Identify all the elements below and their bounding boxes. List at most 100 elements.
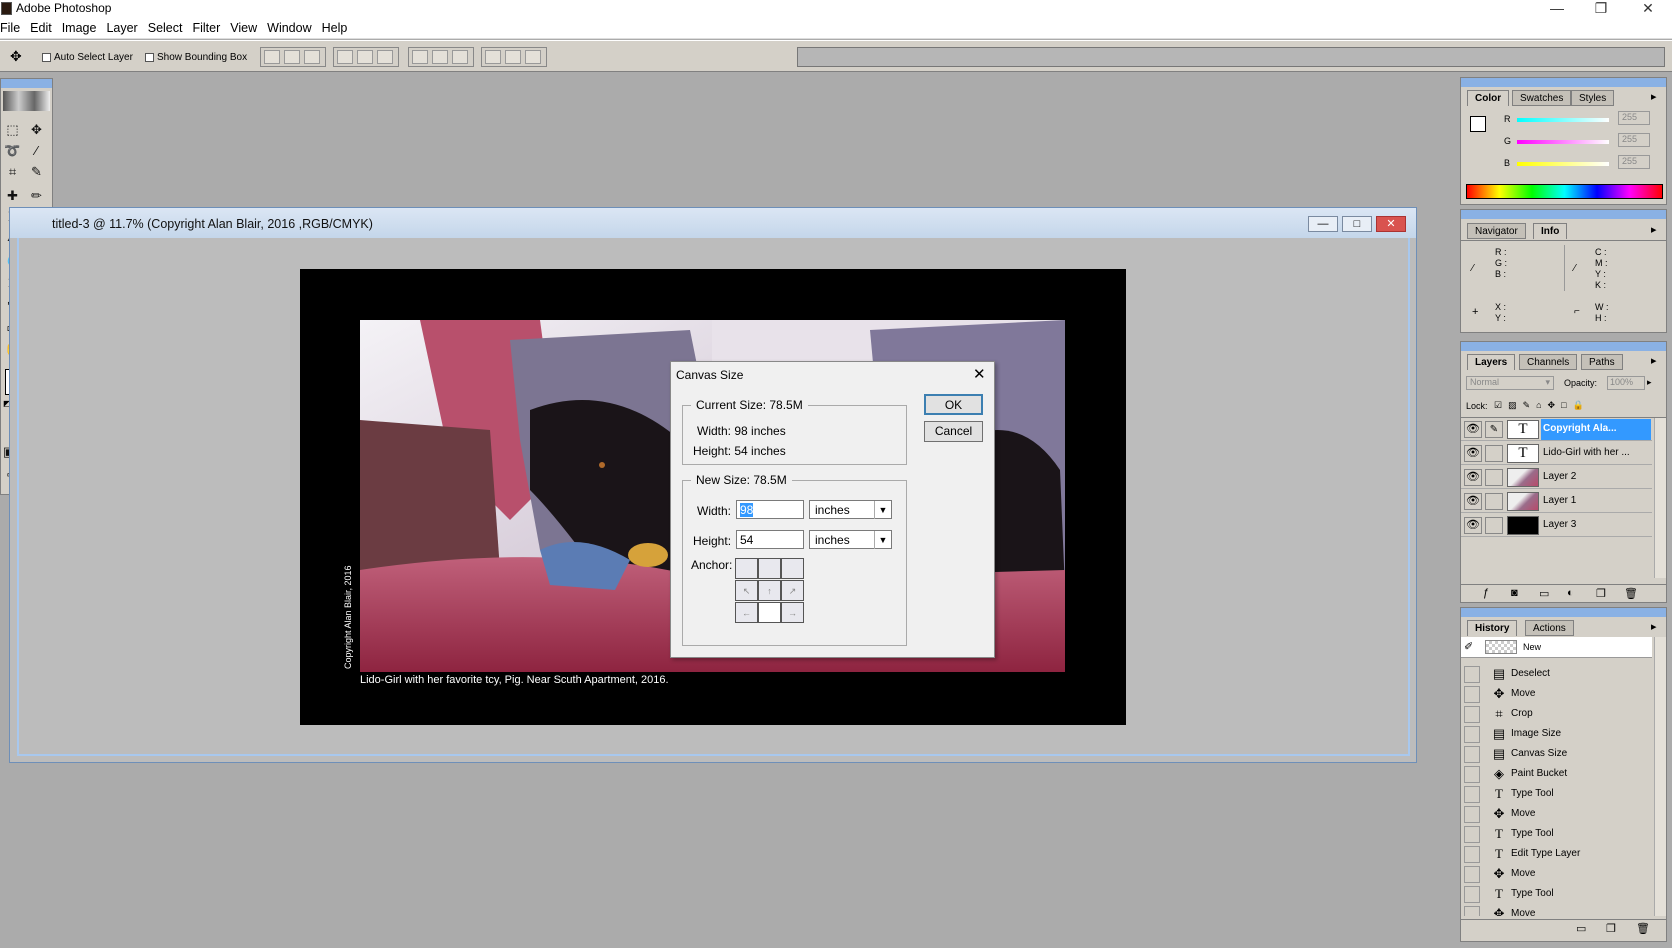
history-source-box[interactable] xyxy=(1464,706,1480,723)
history-source-box[interactable] xyxy=(1464,866,1480,883)
layers-scrollbar[interactable] xyxy=(1654,418,1666,578)
height-unit-select[interactable]: inches ▼ xyxy=(809,530,892,549)
link-slot[interactable] xyxy=(1485,493,1503,510)
layers-palette-header[interactable] xyxy=(1461,342,1666,351)
eye-icon[interactable]: 👁 xyxy=(1464,421,1482,438)
history-item[interactable]: ✥ Move xyxy=(1461,804,1652,824)
new-snapshot-icon[interactable]: ❐ xyxy=(1606,922,1616,935)
history-source-box[interactable] xyxy=(1464,666,1480,683)
eye-icon[interactable]: 👁 xyxy=(1464,469,1482,486)
move-tool-icon[interactable]: ✥ xyxy=(26,120,47,139)
link-slot[interactable] xyxy=(1485,445,1503,462)
layer-row[interactable]: 👁 T Lido-Girl with her ... xyxy=(1461,442,1652,465)
slice-tool-icon[interactable]: ✎ xyxy=(26,162,47,181)
history-source-box[interactable] xyxy=(1464,746,1480,763)
link-slot[interactable] xyxy=(1485,517,1503,534)
history-source-box[interactable] xyxy=(1464,786,1480,803)
doc-maximize-button[interactable]: □ xyxy=(1342,216,1372,232)
menu-select[interactable]: Select xyxy=(143,18,188,35)
menu-view[interactable]: View xyxy=(225,18,262,35)
history-item[interactable]: ⌗ Crop xyxy=(1461,704,1652,724)
menu-filter[interactable]: Filter xyxy=(187,18,225,35)
new-document-icon[interactable]: ▭ xyxy=(1576,922,1586,935)
r-slider[interactable] xyxy=(1517,118,1609,122)
tab-layers[interactable]: Layers xyxy=(1467,354,1516,370)
tab-paths[interactable]: Paths xyxy=(1581,354,1623,370)
layer-row[interactable]: 👁 Layer 3 xyxy=(1461,514,1652,537)
b-slider[interactable] xyxy=(1517,162,1609,166)
lock-options-icons[interactable]: ☑▨✎⌂✥□🔒 xyxy=(1494,400,1590,411)
r-value[interactable]: 255 xyxy=(1618,111,1650,125)
add-mask-icon[interactable]: ◙ xyxy=(1511,587,1518,599)
anchor-bottom-left[interactable]: ← xyxy=(735,602,758,623)
lasso-tool-icon[interactable]: ➰ xyxy=(2,141,23,160)
history-item[interactable]: ▤ Image Size xyxy=(1461,724,1652,744)
history-source-box[interactable] xyxy=(1464,846,1480,863)
history-scrollbar[interactable] xyxy=(1654,637,1666,916)
eye-icon[interactable]: 👁 xyxy=(1464,445,1482,462)
g-slider[interactable] xyxy=(1517,140,1609,144)
magic-wand-tool-icon[interactable]: ⁄ xyxy=(26,141,47,160)
minimize-icon[interactable]: — xyxy=(1542,0,1572,16)
distribute-group-2[interactable] xyxy=(481,47,547,67)
layer-row[interactable]: 👁 Layer 1 xyxy=(1461,490,1652,513)
width-unit-select[interactable]: inches ▼ xyxy=(809,500,892,519)
palette-menu-icon[interactable]: ▸ xyxy=(1651,354,1657,367)
b-value[interactable]: 255 xyxy=(1618,155,1650,169)
new-set-icon[interactable]: ▭ xyxy=(1539,587,1549,600)
g-value[interactable]: 255 xyxy=(1618,133,1650,147)
tab-channels[interactable]: Channels xyxy=(1519,354,1578,370)
bounding-box-option[interactable]: Show Bounding Box xyxy=(145,52,247,63)
anchor-middle-left[interactable]: ↖ xyxy=(735,580,758,601)
tab-actions[interactable]: Actions xyxy=(1525,620,1574,636)
brush-link-icon[interactable]: ✎ xyxy=(1485,421,1503,438)
anchor-top-center[interactable] xyxy=(758,558,781,579)
healing-brush-tool-icon[interactable]: ✚ xyxy=(2,186,23,205)
history-item[interactable]: T Type Tool xyxy=(1461,784,1652,804)
adjustment-layer-icon[interactable]: ◐ xyxy=(1567,587,1574,599)
anchor-top-left[interactable] xyxy=(735,558,758,579)
layer-style-icon[interactable]: ƒ xyxy=(1483,587,1489,599)
opacity-arrow-icon[interactable]: ▸ xyxy=(1647,377,1652,388)
history-snapshot[interactable]: ✐ New xyxy=(1461,637,1652,658)
history-item[interactable]: ✥ Move xyxy=(1461,864,1652,884)
history-source-box[interactable] xyxy=(1464,806,1480,823)
crop-tool-icon[interactable]: ⌗ xyxy=(2,162,23,181)
palette-menu-icon[interactable]: ▸ xyxy=(1651,223,1657,236)
info-palette-header[interactable] xyxy=(1461,210,1666,219)
history-source-box[interactable] xyxy=(1464,906,1480,916)
trash-icon[interactable]: 🗑 xyxy=(1636,922,1650,935)
toolbox-logo[interactable] xyxy=(3,91,50,111)
history-item[interactable]: ✥ Move xyxy=(1461,904,1652,916)
menu-edit[interactable]: Edit xyxy=(25,18,57,35)
tab-history[interactable]: History xyxy=(1467,620,1518,636)
menu-layer[interactable]: Layer xyxy=(101,18,142,35)
dialog-close-icon[interactable]: ✕ xyxy=(973,365,986,383)
link-slot[interactable] xyxy=(1485,469,1503,486)
doc-close-button[interactable]: ✕ xyxy=(1376,216,1406,232)
brush-tool-icon[interactable]: ✏ xyxy=(26,186,47,205)
cancel-button[interactable]: Cancel xyxy=(924,421,983,442)
blend-mode-select[interactable]: Normal ▾ xyxy=(1466,376,1554,390)
move-tool-icon[interactable]: ✥ xyxy=(10,48,22,65)
history-item[interactable]: ▤ Deselect xyxy=(1461,664,1652,684)
history-brush-icon[interactable]: ✐ xyxy=(1464,640,1473,653)
layer-row[interactable]: 👁 Layer 2 xyxy=(1461,466,1652,489)
align-group-1[interactable] xyxy=(260,47,326,67)
history-source-box[interactable] xyxy=(1464,886,1480,903)
new-layer-icon[interactable]: ❐ xyxy=(1596,587,1606,600)
anchor-middle-center[interactable]: ↑ xyxy=(758,580,781,601)
tab-info[interactable]: Info xyxy=(1533,223,1568,239)
history-item[interactable]: T Type Tool xyxy=(1461,824,1652,844)
palette-menu-icon[interactable]: ▸ xyxy=(1651,620,1657,633)
menu-window[interactable]: Window xyxy=(262,18,316,35)
history-item[interactable]: T Edit Type Layer xyxy=(1461,844,1652,864)
ok-button[interactable]: OK xyxy=(924,394,983,415)
tab-navigator[interactable]: Navigator xyxy=(1467,223,1526,239)
eye-icon[interactable]: 👁 xyxy=(1464,493,1482,510)
align-group-2[interactable] xyxy=(333,47,399,67)
history-palette-header[interactable] xyxy=(1461,608,1666,617)
history-source-box[interactable] xyxy=(1464,726,1480,743)
trash-icon[interactable]: 🗑 xyxy=(1624,587,1638,600)
anchor-bottom-right[interactable]: → xyxy=(781,602,804,623)
